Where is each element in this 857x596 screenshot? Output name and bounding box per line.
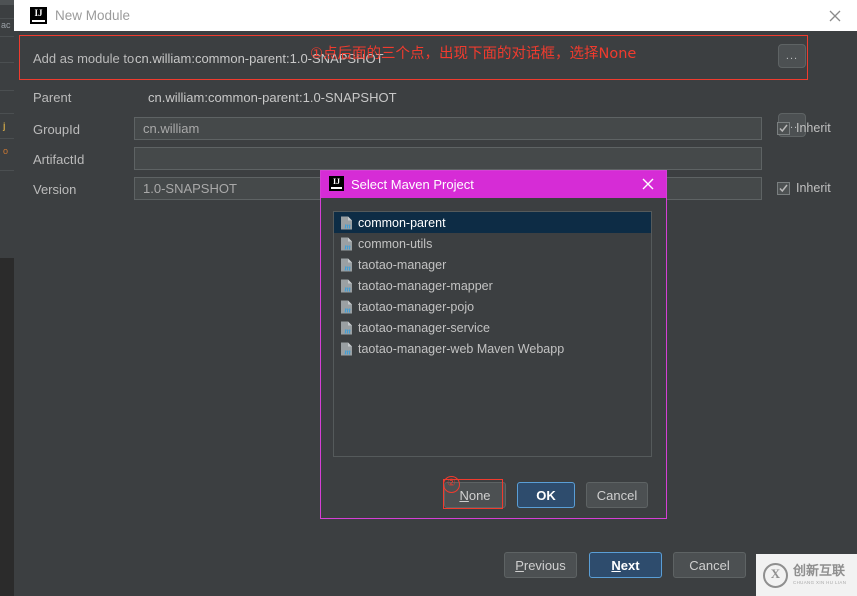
watermark-logo-icon: X xyxy=(763,562,788,588)
watermark-text: 创新互联 CHUANG XIN HU LIAN xyxy=(793,563,847,586)
maven-module-icon: m xyxy=(340,279,353,293)
version-value: 1.0-SNAPSHOT xyxy=(143,181,237,196)
close-icon[interactable] xyxy=(639,175,657,193)
svg-text:m: m xyxy=(345,242,351,251)
groupid-inherit-label: Inherit xyxy=(796,121,831,135)
list-item-label: taotao-manager xyxy=(358,257,447,272)
parent-label: Parent xyxy=(33,89,72,105)
svg-text:m: m xyxy=(345,347,351,356)
ide-text-fragment: j xyxy=(3,121,6,131)
svg-text:m: m xyxy=(345,263,351,272)
maven-dialog-title: Select Maven Project xyxy=(351,177,474,192)
maven-project-list[interactable]: m common-parent m common-utils m taotao-… xyxy=(333,211,652,457)
watermark-glyph: X xyxy=(770,565,781,581)
list-item[interactable]: m taotao-manager-pojo xyxy=(334,296,651,317)
version-inherit-checkbox[interactable]: Inherit xyxy=(777,181,831,195)
maven-module-icon: m xyxy=(340,342,353,356)
parent-value: cn.william:common-parent:1.0-SNAPSHOT xyxy=(148,89,397,105)
ide-text-fragment: ac xyxy=(1,20,11,30)
form-row-parent-value: cn.william:common-parent:1.0-SNAPSHOT xyxy=(148,82,397,112)
maven-module-icon: m xyxy=(340,258,353,272)
version-label-row: Version xyxy=(33,174,76,204)
list-item-label: taotao-manager-service xyxy=(358,320,491,335)
previous-button-label: Previous xyxy=(515,557,566,573)
checkbox-checked-icon xyxy=(777,121,790,135)
list-item[interactable]: m common-utils xyxy=(334,233,651,254)
checkbox-checked-icon xyxy=(777,181,790,195)
artifactid-input[interactable] xyxy=(134,147,762,170)
intellij-idea-icon: IJ xyxy=(30,7,47,24)
maven-cancel-button[interactable]: Cancel xyxy=(586,482,648,508)
form-row-parent-label: Parent xyxy=(33,82,71,112)
version-label: Version xyxy=(33,181,77,197)
maven-module-icon: m xyxy=(340,300,353,314)
ide-text-fragment: o xyxy=(3,146,9,156)
artifactid-label-row: ArtifactId xyxy=(33,144,84,174)
groupid-label: GroupId xyxy=(33,121,80,137)
list-item-label: taotao-manager-pojo xyxy=(358,299,475,314)
list-item-label: common-utils xyxy=(358,236,433,251)
intellij-idea-icon: IJ xyxy=(329,176,344,191)
close-icon[interactable] xyxy=(825,6,845,26)
list-item[interactable]: m taotao-manager-service xyxy=(334,317,651,338)
maven-module-icon: m xyxy=(340,216,353,230)
next-rest: ext xyxy=(620,557,640,573)
window-titlebar: IJ New Module xyxy=(14,0,857,31)
list-item[interactable]: m taotao-manager-web Maven Webapp xyxy=(334,338,651,359)
maven-module-icon: m xyxy=(340,237,353,251)
ok-button[interactable]: OK xyxy=(517,482,575,508)
wizard-button-bar: Previous Next Cancel xyxy=(14,540,857,596)
select-maven-project-dialog: IJ Select Maven Project m common-parent … xyxy=(320,170,667,519)
svg-text:m: m xyxy=(345,305,351,314)
previous-button[interactable]: Previous xyxy=(504,552,577,578)
list-item-label: taotao-manager-mapper xyxy=(358,278,493,293)
watermark-chinese: 创新互联 xyxy=(793,563,846,579)
groupid-label-row: GroupId xyxy=(33,114,80,144)
svg-text:m: m xyxy=(345,326,351,335)
version-inherit-label: Inherit xyxy=(796,181,831,195)
screen: ac j o IJ New Module Add as module to cn… xyxy=(0,0,857,596)
watermark: X 创新互联 CHUANG XIN HU LIAN xyxy=(756,554,857,596)
annotation-marker-step2: ② xyxy=(443,476,460,493)
list-item-label: taotao-manager-web Maven Webapp xyxy=(358,341,565,356)
artifactid-label: ArtifactId xyxy=(33,151,85,167)
svg-text:m: m xyxy=(345,284,351,293)
cancel-button[interactable]: Cancel xyxy=(673,552,746,578)
svg-text:m: m xyxy=(345,221,351,230)
list-item[interactable]: m taotao-manager xyxy=(334,254,651,275)
next-button[interactable]: Next xyxy=(589,552,662,578)
annotation-text-step1: ①点后面的三个点，出现下面的对话框，选择None xyxy=(310,46,637,62)
list-item[interactable]: m taotao-manager-mapper xyxy=(334,275,651,296)
groupid-value: cn.william xyxy=(143,121,200,136)
previous-rest: revious xyxy=(523,557,566,573)
maven-module-icon: m xyxy=(340,321,353,335)
list-item-label: common-parent xyxy=(358,215,446,230)
groupid-inherit-checkbox[interactable]: Inherit xyxy=(777,121,831,135)
groupid-input[interactable]: cn.william xyxy=(134,117,762,140)
window-title: New Module xyxy=(55,8,131,23)
list-item[interactable]: m common-parent xyxy=(334,212,651,233)
maven-dialog-titlebar: IJ Select Maven Project xyxy=(321,171,666,198)
next-button-label: Next xyxy=(611,557,640,573)
watermark-pinyin: CHUANG XIN HU LIAN xyxy=(793,579,847,585)
